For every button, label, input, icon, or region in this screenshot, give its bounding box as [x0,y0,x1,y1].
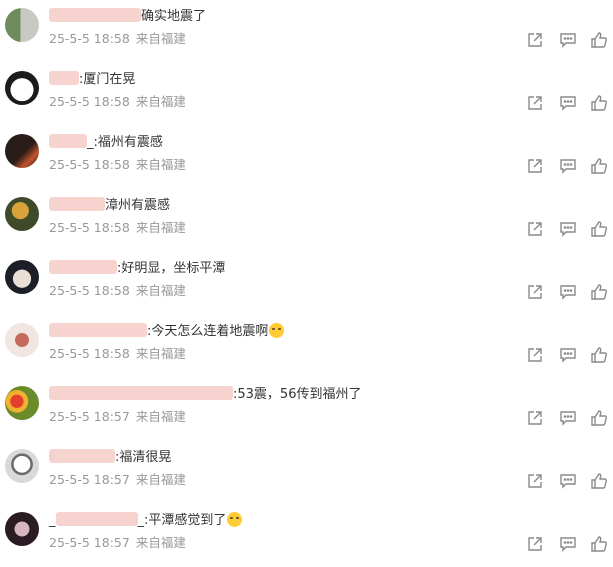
comment-source: 来自福建 [135,220,186,235]
share-icon[interactable] [526,283,544,301]
comment-icon[interactable] [559,535,577,553]
avatar[interactable] [5,449,39,483]
comment-actions [526,94,610,114]
like-icon[interactable] [590,220,608,238]
avatar[interactable] [5,323,39,357]
share-icon[interactable] [526,409,544,427]
comment-text: :今天怎么连着地震啊 [147,324,269,339]
avatar[interactable] [5,512,39,546]
share-icon[interactable] [526,157,544,175]
redacted-username[interactable] [55,512,138,526]
comment-source: 来自福建 [135,535,186,550]
comment-text: :53震，56传到福州了 [233,387,362,402]
comment-icon[interactable] [559,346,577,364]
comment-item: :53震，56传到福州了 25-5-5 18:57 来自福建 [0,378,613,441]
avatar[interactable] [5,197,39,231]
redacted-username[interactable] [49,260,117,274]
comment-text: 确实地震了 [141,9,207,24]
avatar[interactable] [5,134,39,168]
comment-actions [526,409,610,429]
comment-date: 25-5-5 18:57 [49,409,130,424]
comment-text: :好明显，坐标平潭 [117,261,226,276]
avatar[interactable] [5,8,39,42]
redacted-username[interactable] [49,134,87,148]
comment-date: 25-5-5 18:58 [49,94,130,109]
comment-actions [526,535,610,555]
comment-item: _ _:平潭感觉到了 25-5-5 18:57 来自福建 [0,504,613,567]
like-icon[interactable] [590,157,608,175]
comment-item: :好明显，坐标平潭 25-5-5 18:58 来自福建 [0,252,613,315]
redacted-username[interactable] [49,323,147,337]
like-icon[interactable] [590,346,608,364]
comment-date: 25-5-5 18:57 [49,535,130,550]
redacted-username[interactable] [49,197,105,211]
comment-date: 25-5-5 18:58 [49,283,130,298]
crying-face-icon [269,323,285,338]
comment-actions [526,283,610,303]
comment-item: _:福州有震感 25-5-5 18:58 来自福建 [0,126,613,189]
comment-actions [526,346,610,366]
comment-source: 来自福建 [135,409,186,424]
comment-actions [526,157,610,177]
comment-actions [526,220,610,240]
comment-source: 来自福建 [135,31,186,46]
comment-icon[interactable] [559,283,577,301]
avatar[interactable] [5,71,39,105]
share-icon[interactable] [526,535,544,553]
comment-text: _:平潭感觉到了 [137,513,227,528]
comment-source: 来自福建 [135,157,186,172]
comment-list: 确实地震了 25-5-5 18:58 来自福建 :厦门在晃 25-5-5 18:5… [0,0,613,566]
comment-date: 25-5-5 18:58 [49,346,130,361]
comment-source: 来自福建 [135,283,186,298]
comment-text: _:福州有震感 [87,135,163,150]
comment-source: 来自福建 [135,94,186,109]
like-icon[interactable] [590,472,608,490]
comment-icon[interactable] [559,157,577,175]
crying-laughing-face-icon [227,512,243,527]
comment-item: :今天怎么连着地震啊 25-5-5 18:58 来自福建 [0,315,613,378]
comment-text: :福清很晃 [115,450,172,465]
comment-icon[interactable] [559,31,577,49]
comment-item: 漳州有震感 25-5-5 18:58 来自福建 [0,189,613,252]
comment-icon[interactable] [559,472,577,490]
comment-source: 来自福建 [135,472,186,487]
comment-date: 25-5-5 18:58 [49,157,130,172]
share-icon[interactable] [526,220,544,238]
redacted-username[interactable] [49,8,141,22]
comment-text: 漳州有震感 [105,198,171,213]
comment-icon[interactable] [559,409,577,427]
comment-text: :厦门在晃 [79,72,136,87]
avatar[interactable] [5,386,39,420]
comment-date: 25-5-5 18:58 [49,220,130,235]
share-icon[interactable] [526,472,544,490]
comment-source: 来自福建 [135,346,186,361]
comment-item: 确实地震了 25-5-5 18:58 来自福建 [0,0,613,63]
comment-icon[interactable] [559,220,577,238]
comment-actions [526,472,610,492]
share-icon[interactable] [526,346,544,364]
like-icon[interactable] [590,31,608,49]
like-icon[interactable] [590,94,608,112]
comment-actions [526,31,610,51]
avatar[interactable] [5,260,39,294]
redacted-username[interactable] [49,386,233,400]
like-icon[interactable] [590,283,608,301]
redacted-username[interactable] [49,449,115,463]
username-prefix[interactable]: _ [49,513,56,528]
comment-item: :厦门在晃 25-5-5 18:58 来自福建 [0,63,613,126]
like-icon[interactable] [590,535,608,553]
comment-date: 25-5-5 18:57 [49,472,130,487]
like-icon[interactable] [590,409,608,427]
redacted-username[interactable] [49,71,79,85]
comment-icon[interactable] [559,94,577,112]
share-icon[interactable] [526,31,544,49]
comment-item: :福清很晃 25-5-5 18:57 来自福建 [0,441,613,504]
share-icon[interactable] [526,94,544,112]
comment-date: 25-5-5 18:58 [49,31,130,46]
